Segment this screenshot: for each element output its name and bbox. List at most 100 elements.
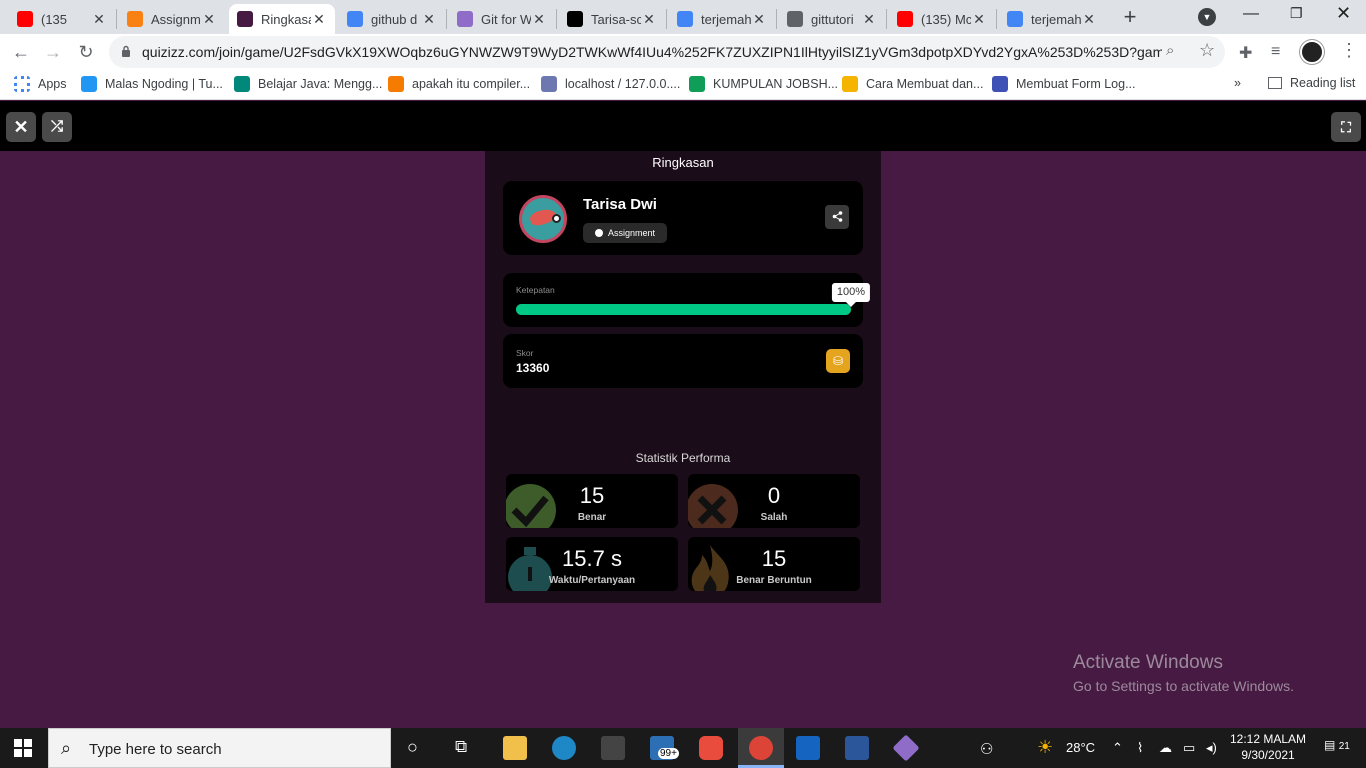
browser-tab[interactable]: github d ✕ (339, 4, 445, 34)
browser-tab[interactable]: terjemah ✕ (999, 4, 1105, 34)
mode-badge: Assignment (583, 223, 668, 243)
tab-close-icon[interactable]: ✕ (971, 11, 987, 28)
windows-start-icon[interactable] (14, 739, 32, 757)
tab-title: Ringkasa (261, 11, 311, 27)
tab-close-icon[interactable]: ✕ (641, 11, 657, 28)
word-icon[interactable] (845, 736, 869, 760)
tray-chevron-icon[interactable]: ⌃ (1112, 740, 1123, 756)
browser-tab[interactable]: (135) Mc ✕ (889, 4, 995, 34)
app-icon-red[interactable] (699, 736, 723, 760)
reading-list-button[interactable]: Reading list (1268, 76, 1355, 90)
stat-correct: 15 Benar (506, 474, 678, 528)
minimize-button[interactable]: — (1243, 5, 1259, 23)
network-icon[interactable]: ⌇ (1137, 740, 1143, 756)
clock[interactable]: 12:12 MALAM 9/30/2021 (1230, 731, 1306, 763)
onedrive-icon[interactable]: ☁ (1159, 740, 1172, 756)
notification-count: 21 (1338, 741, 1350, 752)
summary-panel: Ringkasan Tarisa Dwi Assignment Ketepata… (485, 151, 881, 603)
edge-icon[interactable] (552, 736, 576, 760)
zoom-icon[interactable]: ⌕ (1166, 42, 1174, 59)
profile-avatar[interactable] (1300, 40, 1324, 64)
accuracy-bar-fill (516, 304, 851, 315)
task-view-icon[interactable]: ⧉ (455, 737, 467, 757)
mode-badge-label: Assignment (608, 228, 656, 238)
browser-tab[interactable]: Tarisa-sc ✕ (559, 4, 665, 34)
app-icon-blue[interactable] (796, 736, 820, 760)
browser-tab[interactable]: terjemah ✕ (669, 4, 775, 34)
shuffle-icon[interactable]: ⤮ (42, 112, 72, 142)
weather-icon[interactable]: ☀ (1037, 737, 1053, 758)
taskbar-search[interactable]: ⌕ Type here to search (48, 728, 391, 768)
tab-close-icon[interactable]: ✕ (201, 11, 217, 28)
browser-tab[interactable]: (135 ✕ (9, 4, 115, 34)
mail-icon[interactable]: 99+ (650, 736, 679, 760)
new-tab-button[interactable]: + (1119, 6, 1141, 28)
close-window-button[interactable]: ✕ (1336, 3, 1351, 24)
tab-close-icon[interactable]: ✕ (531, 11, 547, 28)
bookmark-item[interactable]: Apps (14, 76, 67, 92)
bookmark-star-icon[interactable]: ☆ (1199, 40, 1215, 61)
activate-windows-watermark: Activate Windows Go to Settings to activ… (1073, 652, 1294, 694)
tab-title: (135 (41, 11, 68, 27)
temperature-text[interactable]: 28°C (1066, 740, 1095, 755)
share-icon (832, 211, 842, 222)
volume-icon[interactable]: ◂) (1206, 740, 1217, 756)
tab-close-icon[interactable]: ✕ (421, 11, 437, 28)
bookmark-item[interactable]: KUMPULAN JOBSH... (689, 76, 838, 92)
bookmark-item[interactable]: Belajar Java: Mengg... (234, 76, 382, 92)
share-button[interactable] (825, 205, 849, 229)
battery-icon[interactable]: ▭ (1183, 740, 1195, 756)
stat-time-caption: Waktu/Pertanyaan (548, 575, 636, 586)
bookmark-item[interactable]: Malas Ngoding | Tu... (81, 76, 223, 92)
browser-tab[interactable]: gittutori ✕ (779, 4, 885, 34)
tab-close-icon[interactable]: ✕ (861, 11, 877, 28)
people-icon[interactable]: ⚇ (980, 740, 993, 758)
chrome-taskbar-slot[interactable] (738, 728, 784, 768)
youtube-icon (17, 11, 33, 27)
search-icon: ⌕ (61, 738, 72, 758)
tab-close-icon[interactable]: ✕ (311, 11, 327, 28)
media-control-icon[interactable]: ≡ (1271, 43, 1280, 61)
bookmark-label: Membuat Form Log... (1016, 77, 1136, 91)
browser-tab[interactable]: Git for W ✕ (449, 4, 555, 34)
bookmark-item[interactable]: apakah itu compiler... (388, 76, 530, 92)
tab-close-icon[interactable]: ✕ (751, 11, 767, 28)
tab-search-icon[interactable]: ▼ (1198, 8, 1216, 26)
bookmark-label: localhost / 127.0.0.... (565, 77, 681, 91)
bookmark-item[interactable]: localhost / 127.0.0.... (541, 76, 680, 92)
forward-button[interactable]: → (42, 41, 64, 63)
fullscreen-button[interactable]: ⛶ (1331, 112, 1361, 142)
browser-tab[interactable]: Assignm ✕ (119, 4, 225, 34)
close-quiz-button[interactable]: ✕ (6, 112, 36, 142)
address-bar[interactable]: quizizz.com/join/game/U2FsdGVkX19XWOqbz6… (109, 36, 1225, 68)
bookmark-item[interactable]: Membuat Form Log... (992, 76, 1136, 92)
tab-close-icon[interactable]: ✕ (1081, 11, 1097, 28)
menu-icon[interactable]: ⋮ (1340, 40, 1358, 61)
player-card: Tarisa Dwi Assignment (503, 181, 863, 255)
bookmark-label: Cara Membuat dan... (866, 77, 984, 91)
tab-title: terjemah (701, 11, 751, 27)
back-button[interactable]: ← (10, 41, 32, 63)
store-icon[interactable] (601, 736, 625, 760)
bookmarks-bar: » Reading list Apps Malas Ngoding | Tu...… (0, 70, 1366, 100)
bookmark-item[interactable]: Cara Membuat dan... (842, 76, 983, 92)
reload-button[interactable]: ↻ (75, 41, 97, 63)
restore-button[interactable]: ❐ (1290, 5, 1303, 22)
accuracy-tooltip: 100% (831, 283, 871, 307)
reading-list-icon (1268, 77, 1282, 89)
bookmark-icon (689, 76, 705, 92)
git-icon[interactable] (892, 734, 920, 762)
score-card: Skor 13360 ⛁ (503, 334, 863, 388)
file-explorer-icon[interactable] (503, 736, 527, 760)
extensions-icon[interactable]: ✚ (1239, 43, 1252, 63)
windows-taskbar: ⌕ Type here to search ○ ⧉ 99+ ⚇ ☀ 28°C ⌃… (0, 728, 1366, 768)
bookmark-icon (388, 76, 404, 92)
browser-tab[interactable]: Ringkasa ✕ (229, 4, 335, 34)
bookmarks-more-button[interactable]: » (1234, 76, 1241, 90)
google-icon (1007, 11, 1023, 27)
notification-center[interactable]: ▤ 21 (1324, 738, 1350, 752)
git-icon (457, 11, 473, 27)
tab-close-icon[interactable]: ✕ (91, 11, 107, 28)
tab-separator (556, 9, 557, 29)
cortana-icon[interactable]: ○ (407, 737, 418, 758)
